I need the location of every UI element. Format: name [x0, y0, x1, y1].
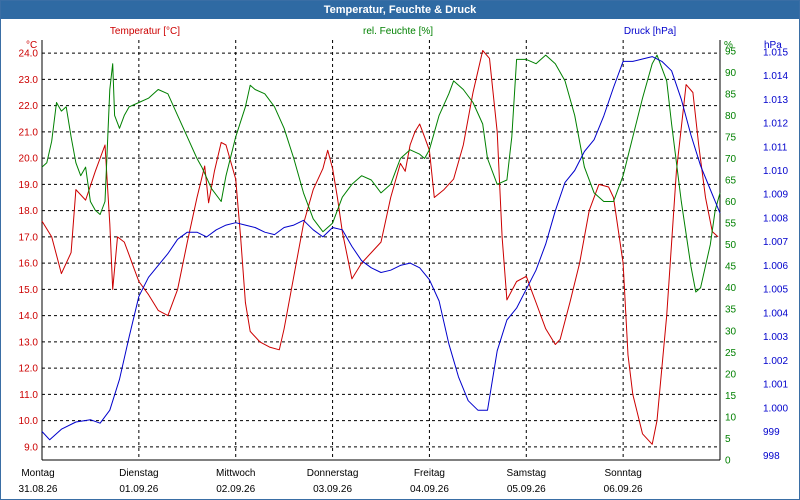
temperature-tick-label: 16.0: [19, 259, 39, 270]
humidity-tick-label: 10: [725, 412, 737, 423]
temperature-series-line: [41, 50, 719, 445]
pressure-tick-label: 1.005: [763, 285, 788, 296]
plot-frame: [41, 40, 721, 461]
x-tick-date: 31.08.26: [19, 484, 58, 495]
humidity-tick-label: 0: [725, 456, 731, 467]
pressure-tick-label: 1.013: [763, 95, 788, 106]
temperature-tick-label: 22.0: [19, 101, 39, 112]
pressure-tick-label: 1.012: [763, 119, 788, 130]
pressure-tick-label: 1.009: [763, 190, 788, 201]
series-lines: [41, 50, 721, 445]
humidity-tick-label: 55: [725, 219, 737, 230]
x-tick-date: 04.09.26: [410, 484, 449, 495]
humidity-tick-label: 50: [725, 240, 737, 251]
humidity-tick-label: 90: [725, 68, 737, 79]
x-tick-day: Dienstag: [119, 468, 158, 479]
humidity-tick-label: 65: [725, 176, 737, 187]
pressure-series-label: Druck [hPa]: [624, 26, 676, 37]
humidity-tick-label: 15: [725, 391, 737, 402]
x-tick-day: Samstag: [507, 468, 546, 479]
temperature-tick-label: 12.0: [19, 364, 39, 375]
grid: [42, 40, 720, 460]
pressure-series-line: [41, 56, 721, 441]
x-tick-date: 05.09.26: [507, 484, 546, 495]
humidity-tick-label: 80: [725, 111, 737, 122]
x-tick-day: Freitag: [414, 468, 445, 479]
pressure-tick-label: 1.010: [763, 166, 788, 177]
humidity-tick-label: 25: [725, 348, 737, 359]
humidity-tick-label: 30: [725, 326, 737, 337]
temperature-tick-label: 15.0: [19, 285, 39, 296]
humidity-tick-label: 35: [725, 305, 737, 316]
temperature-tick-label: 23.0: [19, 75, 39, 86]
humidity-tick-label: 70: [725, 154, 737, 165]
weather-chart: 9.0 10.0 11.0 12.0 13.0 14.0 15.0 16.0 17.0 18.0 1…: [19, 26, 789, 495]
humidity-axis-ticks: 05101520253035404550556065707580859095: [725, 46, 737, 466]
pressure-unit: hPa: [764, 40, 782, 51]
humidity-unit: %: [724, 40, 733, 51]
pressure-tick-label: 999: [763, 427, 780, 438]
temperature-tick-label: 13.0: [19, 337, 39, 348]
pressure-tick-label: 1.000: [763, 403, 788, 414]
temperature-tick-label: 21.0: [19, 127, 39, 138]
x-tick-date: 06.09.26: [604, 484, 643, 495]
humidity-tick-label: 40: [725, 283, 737, 294]
x-tick-day: Montag: [21, 468, 54, 479]
pressure-tick-label: 1.001: [763, 380, 788, 391]
pressure-tick-label: 1.011: [763, 142, 788, 153]
temperature-series-label: Temperatur [°C]: [110, 26, 180, 37]
pressure-tick-label: 1.006: [763, 261, 788, 272]
pressure-axis-ticks: 998 999 1.000 1.001 1.002 1.003 1.004 1.005 1.00…: [763, 47, 788, 461]
x-tick-day: Sonntag: [605, 468, 642, 479]
x-tick-date: 02.09.26: [216, 484, 255, 495]
humidity-series-line: [41, 54, 721, 293]
humidity-tick-label: 75: [725, 132, 737, 143]
temperature-tick-label: 9.0: [24, 442, 38, 453]
humidity-tick-label: 5: [725, 434, 731, 445]
pressure-tick-label: 1.014: [763, 71, 788, 82]
pressure-tick-label: 1.008: [763, 213, 788, 224]
x-tick-date: 03.09.26: [313, 484, 352, 495]
x-tick-date: 01.09.26: [119, 484, 158, 495]
humidity-tick-label: 85: [725, 89, 737, 100]
temperature-tick-label: 18.0: [19, 206, 39, 217]
temperature-tick-label: 14.0: [19, 311, 39, 322]
x-axis-day-labels: Montag 31.08.26 Dienstag 01.09.26 Mittwoch 02…: [19, 468, 644, 495]
temperature-axis-ticks: 9.0 10.0 11.0 12.0 13.0 14.0 15.0 16.0 17.0 18.0 1…: [19, 49, 39, 454]
humidity-series-label: rel. Feuchte [%]: [363, 26, 433, 37]
humidity-tick-label: 45: [725, 262, 737, 273]
temperature-tick-label: 11.0: [19, 390, 38, 401]
x-tick-day: Mittwoch: [216, 468, 255, 479]
temperature-tick-label: 17.0: [19, 232, 39, 243]
pressure-tick-label: 1.007: [763, 237, 788, 248]
temperature-unit: °C: [26, 40, 37, 51]
temperature-tick-label: 10.0: [19, 416, 39, 427]
x-tick-day: Donnerstag: [307, 468, 359, 479]
pressure-tick-label: 1.004: [763, 308, 788, 319]
humidity-tick-label: 20: [725, 369, 737, 380]
pressure-tick-label: 1.003: [763, 332, 788, 343]
humidity-tick-label: 60: [725, 197, 737, 208]
pressure-tick-label: 998: [763, 451, 780, 462]
temperature-tick-label: 19.0: [19, 180, 39, 191]
temperature-tick-label: 20.0: [19, 154, 39, 165]
pressure-tick-label: 1.002: [763, 356, 788, 367]
